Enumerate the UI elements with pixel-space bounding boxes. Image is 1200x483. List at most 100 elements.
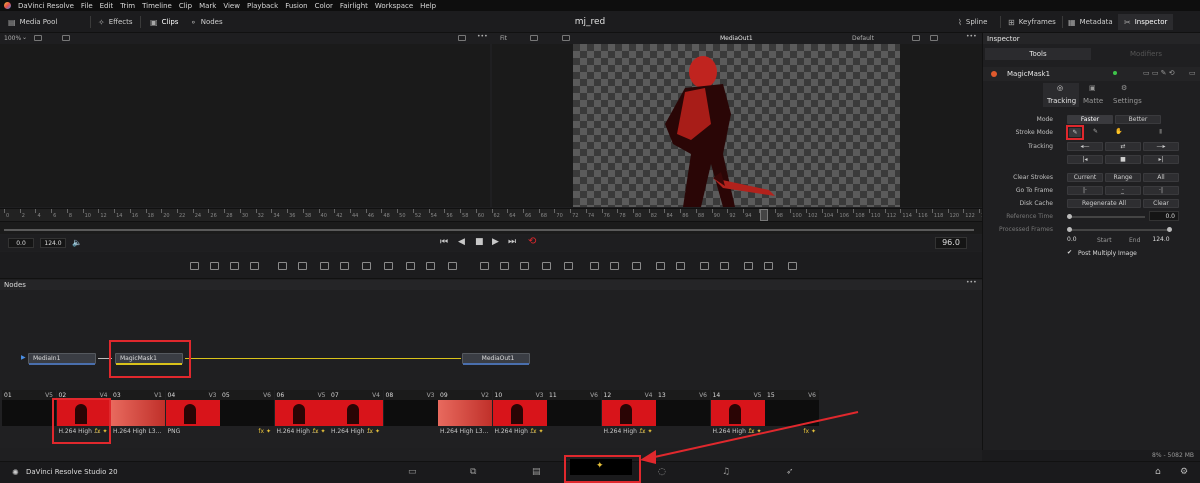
chevron-down-icon[interactable]: ⌄ (22, 34, 27, 41)
slider-knob[interactable] (1067, 214, 1072, 219)
node-menu-icon[interactable]: ▭ (1189, 69, 1196, 77)
more-options-icon[interactable]: ••• (477, 33, 488, 40)
current-frame-field[interactable]: 96.0 (935, 237, 967, 249)
viewer-option-icon[interactable] (530, 35, 538, 41)
inspector-button[interactable]: ✂ Inspector (1118, 14, 1174, 30)
regenerate-all-button[interactable]: Regenerate All (1067, 199, 1141, 208)
reference-time-slider[interactable] (1069, 216, 1145, 218)
clip-thumbnail[interactable]: 09 V2 H.264 High L3... (438, 390, 492, 448)
viewer-option-icon[interactable] (562, 35, 570, 41)
menu-app[interactable]: DaVinci Resolve (18, 2, 74, 10)
track-bidirectional-button[interactable]: ⇄ (1105, 142, 1141, 151)
fusion-tool-icon[interactable] (590, 262, 599, 270)
fusion-tool-icon[interactable] (610, 262, 619, 270)
fusion-tool-icon[interactable] (480, 262, 489, 270)
go-to-start-icon[interactable]: ⏮ (440, 237, 448, 247)
mediain-node[interactable]: MediaIn1 (28, 353, 96, 365)
start-time-field[interactable]: 0.0 (8, 238, 34, 248)
fusion-tool-icon[interactable] (210, 262, 219, 270)
track-backward-button[interactable]: ◂— (1067, 142, 1103, 151)
mode-faster-button[interactable]: Faster (1067, 115, 1113, 124)
fit-select[interactable]: Fit (500, 35, 507, 42)
menu-playback[interactable]: Playback (247, 2, 278, 10)
node-editor[interactable]: MediaIn1 ▶ MagicMask1 MediaOut1 (0, 291, 982, 390)
fusion-tool-icon[interactable] (788, 262, 797, 270)
play-reverse-icon[interactable]: ◀ (458, 237, 465, 247)
menu-help[interactable]: Help (420, 2, 436, 10)
clip-thumbnail[interactable]: 07 V4 H.264 High ... fx ✦ (329, 390, 383, 448)
menu-fairlight[interactable]: Fairlight (340, 2, 368, 10)
menu-clip[interactable]: Clip (179, 2, 192, 10)
view-mode-select[interactable]: Default (852, 35, 874, 42)
home-icon[interactable]: ⌂ (1155, 467, 1161, 477)
track-to-end-button[interactable]: ▸| (1143, 155, 1179, 164)
clip-thumbnail[interactable]: 11 V6 (547, 390, 601, 448)
scrub-bar[interactable] (0, 222, 982, 234)
slider-knob[interactable] (1167, 227, 1172, 232)
viewer-option-icon[interactable] (930, 35, 938, 41)
clip-thumbnail[interactable]: 08 V3 (383, 390, 438, 448)
track-stop-button[interactable]: ■ (1105, 155, 1141, 164)
fusion-tool-icon[interactable] (656, 262, 665, 270)
edit-page-icon[interactable]: ▤ (532, 467, 541, 477)
time-ruler[interactable]: 0 2 4 6 8 10 12 14 16 18 20 22 24 26 28 30 32 34 36 38 40 42 4… (0, 208, 982, 222)
menu-trim[interactable]: Trim (120, 2, 135, 10)
clear-all-button[interactable]: All (1143, 173, 1179, 182)
reference-time-field[interactable]: 0.0 (1149, 211, 1179, 221)
node-color-dot[interactable] (991, 71, 997, 77)
metadata-button[interactable]: ▦ Metadata (1068, 16, 1113, 28)
cut-page-icon[interactable]: ⧉ (470, 467, 476, 477)
fusion-tool-icon[interactable] (278, 262, 287, 270)
audio-icon[interactable]: 🔈 (72, 238, 82, 247)
more-options-icon[interactable]: ••• (966, 279, 977, 286)
clip-thumbnail[interactable]: 06 V5 H.264 High ... fx ✦ (274, 390, 329, 448)
media-page-icon[interactable]: ▭ (408, 467, 417, 477)
loop-icon[interactable]: ⟲ (528, 236, 536, 247)
clear-range-button[interactable]: Range (1105, 173, 1141, 182)
fusion-tool-icon[interactable] (406, 262, 415, 270)
fusion-tool-icon[interactable] (340, 262, 349, 270)
clip-thumbnail[interactable]: 10 V3 H.264 High ... fx ✦ (492, 390, 547, 448)
subtab-tracking[interactable]: ◎ Tracking (1043, 83, 1079, 107)
left-viewer[interactable] (0, 44, 490, 207)
node-enabled-icon[interactable] (1113, 71, 1117, 75)
viewer-layout-icon[interactable] (458, 35, 466, 41)
fusion-tool-icon[interactable] (448, 262, 457, 270)
clip-thumbnail[interactable]: 01 V5 (2, 390, 56, 448)
clear-current-button[interactable]: Current (1067, 173, 1103, 182)
pen-subtract-icon[interactable]: ✎ (1093, 128, 1098, 135)
fusion-tool-icon[interactable] (426, 262, 435, 270)
spline-button[interactable]: ⌇ Spline (958, 16, 987, 28)
fusion-tool-icon[interactable] (632, 262, 641, 270)
menu-mark[interactable]: Mark (199, 2, 216, 10)
subtab-matte[interactable]: ▣ Matte (1079, 83, 1107, 107)
fusion-tool-icon[interactable] (542, 262, 551, 270)
mediaout-node[interactable]: MediaOut1 (462, 353, 530, 365)
fusion-tool-icon[interactable] (320, 262, 329, 270)
go-next-frame-button[interactable]: ·| (1143, 186, 1179, 195)
hand-icon[interactable]: ✋ (1115, 128, 1122, 135)
start-value-field[interactable]: 0.0 (1067, 235, 1095, 245)
slider-knob[interactable] (1067, 227, 1072, 232)
track-forward-button[interactable]: —▸ (1143, 142, 1179, 151)
go-to-end-icon[interactable]: ⏭ (508, 237, 516, 247)
fusion-tool-icon[interactable] (190, 262, 199, 270)
playhead[interactable] (760, 209, 768, 221)
trash-icon[interactable]: ▮ (1159, 128, 1162, 135)
stop-icon[interactable]: ■ (475, 237, 484, 247)
fusion-tool-icon[interactable] (384, 262, 393, 270)
mode-better-button[interactable]: Better (1115, 115, 1161, 124)
menu-timeline[interactable]: Timeline (142, 2, 172, 10)
clip-thumbnail[interactable]: 04 V3 PNG (165, 390, 220, 448)
fusion-tool-icon[interactable] (500, 262, 509, 270)
keyframes-button[interactable]: ⊞ Keyframes (1008, 16, 1056, 28)
color-page-icon[interactable]: ◌ (658, 467, 666, 477)
deliver-page-icon[interactable]: ➶ (786, 467, 794, 477)
subtab-settings[interactable]: ⚙ Settings (1109, 83, 1143, 107)
post-multiply-checkbox[interactable]: ✔ (1067, 249, 1072, 256)
viewer-option-icon[interactable] (912, 35, 920, 41)
menu-view[interactable]: View (223, 2, 240, 10)
fusion-tool-icon[interactable] (744, 262, 753, 270)
tab-modifiers[interactable]: Modifiers (1093, 48, 1199, 60)
menu-file[interactable]: File (81, 2, 93, 10)
